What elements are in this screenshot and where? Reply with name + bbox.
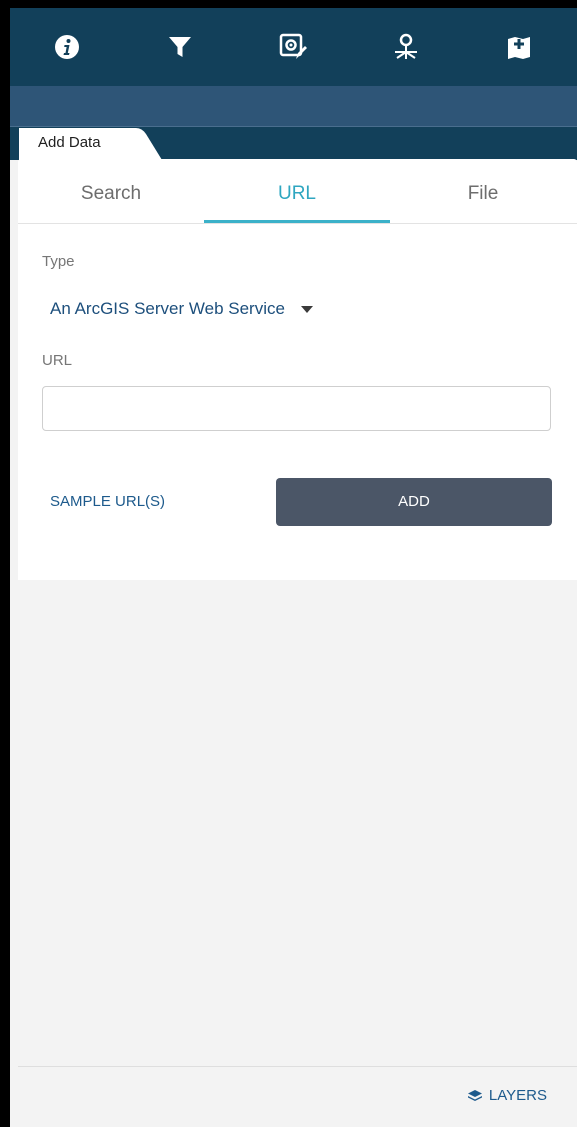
layers-label: LAYERS <box>488 1087 547 1104</box>
share-tool-button[interactable] <box>349 8 462 86</box>
active-tab-indicator <box>204 220 390 223</box>
sample-urls-link[interactable]: SAMPLE URL(S) <box>50 493 165 510</box>
filter-icon <box>168 35 192 59</box>
type-dropdown[interactable]: An ArcGIS Server Web Service <box>50 299 313 319</box>
tab-url[interactable]: URL <box>204 159 390 223</box>
url-input[interactable] <box>42 386 551 431</box>
layers-icon <box>467 1089 482 1101</box>
add-data-tool-button[interactable] <box>462 8 575 86</box>
toolbar-strip <box>10 86 577 127</box>
add-button[interactable]: ADD <box>276 478 552 526</box>
tab-search[interactable]: Search <box>18 159 204 223</box>
edit-tool-button[interactable] <box>236 8 349 86</box>
info-tool-button[interactable] <box>10 8 123 86</box>
url-label: URL <box>42 352 73 369</box>
type-label: Type <box>42 253 75 270</box>
edit-settings-icon <box>279 33 307 61</box>
panel-footer: LAYERS <box>18 1066 577 1127</box>
type-dropdown-value: An ArcGIS Server Web Service <box>50 299 285 318</box>
add-data-panel: Search URL File Type An ArcGIS Server We… <box>18 159 577 580</box>
share-node-icon <box>393 33 419 61</box>
add-data-icon <box>506 34 532 60</box>
layers-button[interactable]: LAYERS <box>467 1087 547 1104</box>
top-toolbar <box>10 8 577 86</box>
panel-title-tab: Add Data <box>19 128 133 160</box>
info-icon <box>54 34 80 60</box>
caret-down-icon <box>300 305 313 313</box>
filter-tool-button[interactable] <box>123 8 236 86</box>
app-frame: Add Data Search URL File Type An ArcGIS … <box>10 8 577 1127</box>
panel-title-tab-edge <box>132 128 162 160</box>
tab-file[interactable]: File <box>390 159 576 223</box>
add-data-tabs: Search URL File <box>18 159 577 224</box>
